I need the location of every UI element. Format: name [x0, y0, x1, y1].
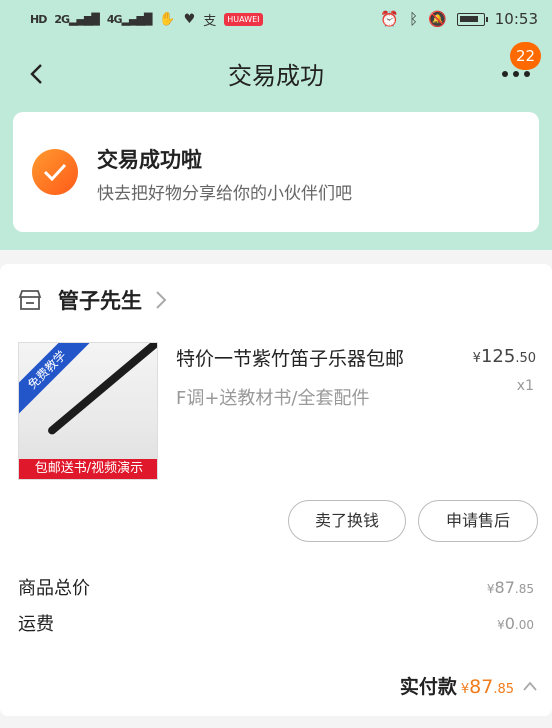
goods-total-symbol: ¥ [486, 581, 495, 596]
success-title: 交易成功啦 [97, 148, 202, 172]
price-integer: 125 [480, 346, 516, 367]
sim2-label: 4G [106, 12, 123, 26]
shipping-label: 运费 [18, 614, 54, 635]
status-left: HD 2G▂▄▆█ 4G▂▄▆█ ✋ ♥ 支 HUAWEI [30, 10, 263, 29]
product-quantity: x1 [516, 378, 534, 394]
signal-sim1-icon: 2G▂▄▆█ [54, 12, 100, 26]
huawei-app-icon: HUAWEI [224, 12, 263, 26]
battery-icon [456, 12, 488, 26]
goods-total-int: 87 [494, 577, 515, 597]
paid-value: ¥87.85 [461, 676, 514, 698]
paid-row[interactable]: 实付款 ¥87.85 [400, 672, 538, 699]
success-subtitle[interactable]: 快去把好物分享给你的小伙伴们吧 [97, 179, 352, 204]
paid-int: 87 [469, 676, 494, 698]
order-card: 管子先生 免费教学 包邮送书/视频演示 特价一节紫竹笛子乐器包邮 F调+送教材书… [0, 264, 552, 716]
product-spec: F调+送教材书/全套配件 [176, 388, 370, 409]
price-decimal: .50 [515, 351, 536, 366]
shop-name[interactable]: 管子先生 [58, 285, 142, 315]
paid-dec: .85 [493, 682, 514, 697]
status-time: 10:53 [494, 10, 538, 28]
status-bar: HD 2G▂▄▆█ 4G▂▄▆█ ✋ ♥ 支 HUAWEI ⏰ ᛒ 🔕 10:5… [0, 0, 552, 38]
nav-bar: 交易成功 22 [0, 38, 552, 112]
goods-total-row: 商品总价 ¥87.85 [18, 574, 534, 600]
goods-total-label: 商品总价 [18, 578, 90, 599]
product-price: ¥125.50 [473, 346, 536, 367]
network-hd-icon: HD [30, 12, 47, 26]
goods-total-dec: .85 [514, 581, 534, 596]
product-image[interactable]: 免费教学 包邮送书/视频演示 [18, 342, 158, 480]
page-title: 交易成功 [228, 62, 324, 90]
shop-row[interactable]: 管子先生 [18, 282, 168, 318]
shipping-symbol: ¥ [497, 617, 505, 632]
success-card: 交易成功啦 快去把好物分享给你的小伙伴们吧 [13, 112, 539, 232]
chevron-right-icon [156, 291, 167, 309]
bottom-separator [0, 716, 552, 728]
shipping-int: 0 [504, 613, 515, 633]
goods-total-value: ¥87.85 [487, 578, 534, 597]
image-corner-label: 免费教学 [19, 343, 98, 421]
shipping-dec: .00 [514, 617, 534, 632]
paid-symbol: ¥ [460, 682, 470, 697]
shop-icon [18, 290, 42, 310]
paid-label: 实付款 [399, 676, 457, 698]
mute-icon: 🔕 [428, 10, 447, 28]
check-icon [32, 149, 78, 195]
shipping-row: 运费 ¥0.00 [18, 610, 534, 636]
product-title[interactable]: 特价一节紫竹笛子乐器包邮 [176, 344, 404, 371]
sell-button[interactable]: 卖了换钱 [288, 500, 406, 542]
hand-app-icon: ✋ [159, 11, 176, 27]
shipping-value: ¥0.00 [497, 614, 534, 633]
alarm-icon: ⏰ [380, 10, 400, 28]
image-bottom-label: 包邮送书/视频演示 [19, 459, 157, 479]
alipay-app-icon: 支 [203, 13, 217, 29]
chevron-up-icon[interactable] [522, 680, 538, 692]
message-count-badge[interactable]: 22 [510, 42, 542, 70]
after-sale-button[interactable]: 申请售后 [418, 500, 538, 542]
signal-sim2-icon: 4G▂▄▆█ [106, 12, 153, 26]
sim1-label: 2G [54, 12, 70, 26]
price-symbol: ¥ [472, 351, 481, 366]
bluetooth-icon: ᛒ [409, 10, 419, 28]
status-right: ⏰ ᛒ 🔕 10:53 [380, 10, 538, 28]
heart-app-icon: ♥ [183, 11, 196, 27]
battery-fill [459, 15, 478, 22]
